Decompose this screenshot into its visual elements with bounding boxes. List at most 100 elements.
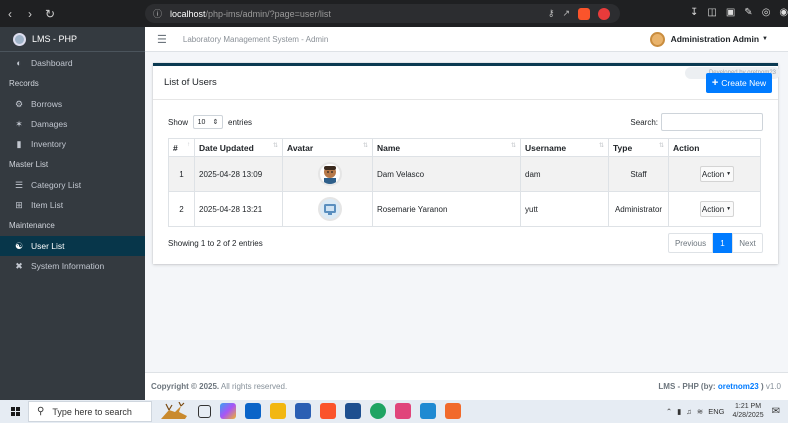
clock-date: 4/28/2025 bbox=[732, 412, 764, 419]
sidebar-item-user-list[interactable]: ☯ User List bbox=[0, 236, 145, 256]
windows-taskbar: ⚲ Type here to search ⌃ ▮ ♫ ≋ ENG 1:21 PM… bbox=[0, 400, 788, 423]
file-explorer-icon[interactable] bbox=[270, 403, 286, 419]
wallet-icon[interactable]: ▣ bbox=[726, 7, 735, 18]
task-view-icon[interactable] bbox=[198, 405, 211, 418]
brave-icon[interactable] bbox=[320, 403, 336, 419]
sidebar-item-category-list[interactable]: ☰ Category List bbox=[0, 175, 145, 195]
vpn-icon[interactable]: ◎ bbox=[762, 7, 771, 18]
reload-icon[interactable]: ↻ bbox=[40, 7, 60, 21]
taskbar-search[interactable]: ⚲ Type here to search bbox=[28, 401, 152, 422]
notification-icon[interactable]: ✉ bbox=[772, 406, 780, 417]
brave-rewards-icon[interactable] bbox=[598, 7, 610, 20]
vscode-icon[interactable] bbox=[420, 403, 436, 419]
system-tray: ⌃ ▮ ♫ ≋ ENG 1:21 PM 4/28/2025 ✉ bbox=[666, 402, 780, 420]
clock[interactable]: 1:21 PM 4/28/2025 bbox=[732, 402, 763, 420]
sidebar-toggle-icon[interactable]: ◫ bbox=[707, 7, 716, 18]
avatar bbox=[317, 197, 342, 221]
nav-header-master: Master List bbox=[9, 160, 49, 169]
sidebar-item-dashboard[interactable]: ◐ Dashboard bbox=[0, 53, 145, 73]
author-link[interactable]: oretnom23 bbox=[718, 382, 759, 391]
create-new-button[interactable]: + Create New bbox=[706, 73, 772, 93]
sidebar-item-item-list[interactable]: ⊞ Item List bbox=[0, 195, 145, 215]
top-navbar: ☰ Laboratory Management System - Admin A… bbox=[145, 27, 788, 52]
back-icon[interactable]: ‹ bbox=[0, 7, 20, 21]
word-icon[interactable] bbox=[295, 403, 311, 419]
row-number: 2 bbox=[168, 191, 195, 227]
sort-icon: ⇅ bbox=[598, 143, 604, 149]
users-icon: ☯ bbox=[14, 240, 24, 251]
sidebar: LMS - PHP ◐ Dashboard Records ⚙ Borrows ✶ D… bbox=[0, 27, 145, 400]
site-info-icon[interactable]: ⓘ bbox=[153, 7, 162, 20]
row-avatar-cell bbox=[282, 156, 373, 192]
column-label: Action bbox=[673, 142, 700, 153]
column-header-date-updated[interactable]: Date Updated ⇅ bbox=[194, 138, 283, 157]
column-header-number[interactable]: # ↑ bbox=[168, 138, 195, 157]
system-title: Laboratory Management System - Admin bbox=[182, 34, 329, 44]
row-type: Administrator bbox=[608, 191, 669, 227]
column-label: Date Updated bbox=[199, 142, 254, 153]
brand-logo-icon bbox=[13, 32, 26, 46]
footer-version: v1.0 bbox=[765, 382, 781, 391]
leo-icon[interactable]: ◉ bbox=[779, 7, 788, 18]
copilot-icon[interactable] bbox=[220, 403, 236, 419]
search-label: Search: bbox=[630, 117, 658, 127]
sort-icon: ↑ bbox=[187, 142, 190, 148]
brand-name: LMS - PHP bbox=[32, 34, 78, 44]
previous-page-button[interactable]: Previous bbox=[668, 233, 713, 253]
show-label: Show bbox=[168, 117, 189, 127]
sidebar-item-system-information[interactable]: ✖ System Information bbox=[0, 256, 145, 276]
xampp-icon[interactable] bbox=[445, 403, 461, 419]
hamburger-icon[interactable]: ☰ bbox=[157, 33, 167, 46]
sidebar-item-damages[interactable]: ✶ Damages bbox=[0, 114, 145, 134]
create-new-label: Create New bbox=[721, 78, 767, 88]
network-icon[interactable]: ≋ bbox=[697, 407, 703, 416]
list-icon: ☰ bbox=[14, 179, 24, 190]
row-action-cell: Action ▼ bbox=[668, 156, 761, 192]
next-page-button[interactable]: Next bbox=[732, 233, 763, 253]
chevron-up-icon[interactable]: ⌃ bbox=[666, 407, 672, 416]
action-dropdown-button[interactable]: Action ▼ bbox=[699, 201, 734, 217]
column-header-username[interactable]: Username ⇅ bbox=[520, 138, 609, 157]
battery-icon[interactable]: ▮ bbox=[677, 407, 681, 416]
windows-start-icon[interactable] bbox=[11, 407, 20, 416]
share-icon[interactable]: ↗ bbox=[562, 8, 570, 20]
user-menu[interactable]: Administration Admin ▼ bbox=[649, 31, 768, 47]
column-label: Name bbox=[377, 142, 401, 153]
download-icon[interactable]: ↧ bbox=[690, 7, 698, 18]
sidebar-item-label: Dashboard bbox=[31, 58, 73, 68]
app-icon[interactable] bbox=[395, 403, 411, 419]
page-1-button[interactable]: 1 bbox=[713, 233, 732, 253]
column-header-avatar[interactable]: Avatar ⇅ bbox=[282, 138, 373, 157]
key-icon[interactable]: ⚷ bbox=[548, 8, 555, 20]
search-icon: ⚲ bbox=[37, 406, 45, 417]
outlook-icon[interactable] bbox=[245, 403, 261, 419]
footer-close: ) bbox=[760, 382, 764, 391]
search-highlight-icon[interactable] bbox=[155, 402, 193, 421]
language-indicator[interactable]: ENG bbox=[708, 407, 724, 416]
column-header-action: Action bbox=[668, 138, 761, 157]
extensions-icon[interactable]: ✎ bbox=[744, 7, 752, 18]
edge-icon[interactable] bbox=[370, 403, 386, 419]
select-arrows-icon: ⇕ bbox=[212, 119, 219, 126]
url-host: localhost bbox=[170, 8, 206, 19]
search-input[interactable] bbox=[661, 113, 763, 131]
brave-shield-icon[interactable] bbox=[578, 7, 590, 20]
row-username: dam bbox=[520, 156, 609, 192]
address-bar[interactable]: ⓘ localhost/php-ims/admin/?page=user/lis… bbox=[145, 4, 620, 23]
sidebar-item-inventory[interactable]: ▮ Inventory bbox=[0, 134, 145, 154]
column-header-type[interactable]: Type ⇅ bbox=[608, 138, 669, 157]
action-label: Action bbox=[701, 169, 725, 179]
column-label: Username bbox=[525, 142, 567, 153]
action-dropdown-button[interactable]: Action ▼ bbox=[699, 166, 734, 182]
row-date: 2025-04-28 13:09 bbox=[194, 156, 283, 192]
store-icon[interactable] bbox=[345, 403, 361, 419]
column-header-name[interactable]: Name ⇅ bbox=[372, 138, 521, 157]
sidebar-item-borrows[interactable]: ⚙ Borrows bbox=[0, 94, 145, 114]
brand[interactable]: LMS - PHP bbox=[0, 27, 145, 52]
sort-icon: ⇅ bbox=[362, 143, 368, 149]
caret-down-icon: ▼ bbox=[726, 171, 732, 177]
entries-select[interactable]: 10 ⇕ bbox=[193, 115, 224, 129]
volume-icon[interactable]: ♫ bbox=[686, 407, 692, 416]
clock-time: 1:21 PM bbox=[734, 403, 762, 410]
forward-icon[interactable]: › bbox=[20, 7, 40, 21]
